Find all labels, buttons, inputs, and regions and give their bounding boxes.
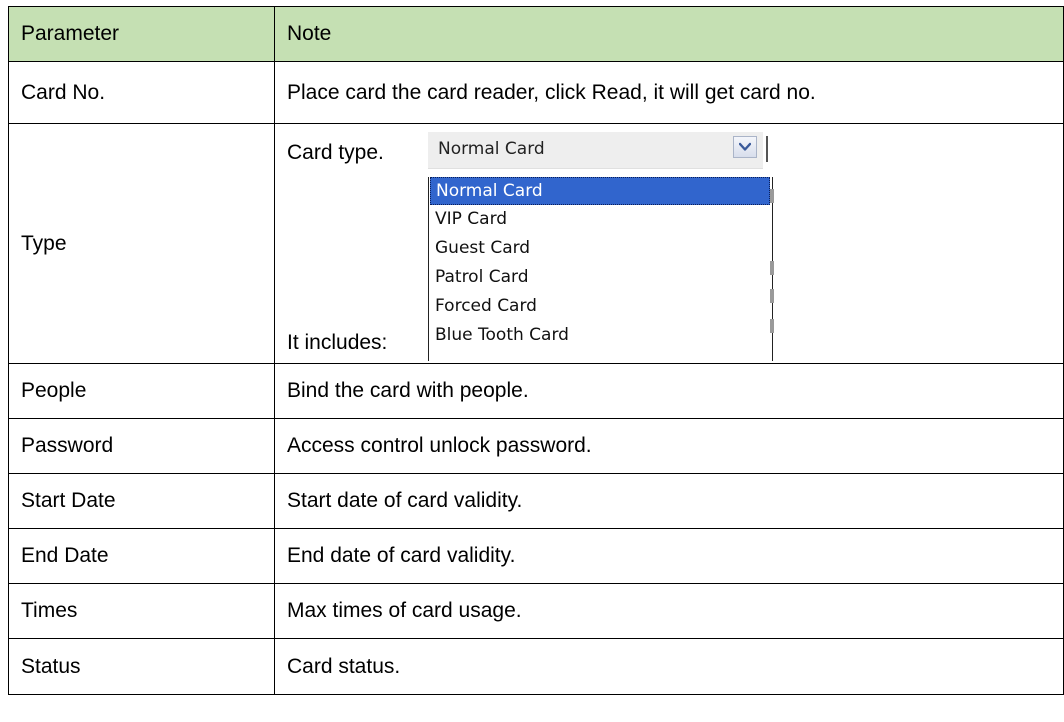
note-cell: Max times of card usage. xyxy=(274,583,1064,639)
card-type-select-screenshot: Normal Card Normal Card VIP Card Guest C… xyxy=(428,132,774,361)
dropdown-option[interactable]: Blue Tooth Card xyxy=(430,321,569,349)
type-includes-label: It includes: xyxy=(287,331,388,354)
header-note: Note xyxy=(274,6,1064,62)
param-cell: Times xyxy=(8,583,275,639)
dropdown-option[interactable]: VIP Card xyxy=(430,205,507,233)
chevron-down-icon xyxy=(739,142,751,151)
header-parameter: Parameter xyxy=(8,6,275,62)
param-cell: Password xyxy=(8,418,275,474)
note-cell: Card status. xyxy=(274,638,1064,695)
table-header-row: Parameter Note xyxy=(8,6,1064,62)
note-cell: Card type. It includes: Normal Card Norm… xyxy=(274,123,1064,364)
type-description: Card type. xyxy=(287,141,384,164)
note-cell: Place card the card reader, click Read, … xyxy=(274,61,1064,124)
table-row: Times Max times of card usage. xyxy=(8,583,1064,639)
table-row: Start Date Start date of card validity. xyxy=(8,473,1064,529)
param-cell: Card No. xyxy=(8,61,275,124)
select-value: Normal Card xyxy=(438,139,545,159)
card-type-select[interactable]: Normal Card xyxy=(428,132,768,169)
note-cell: Bind the card with people. xyxy=(274,363,1064,419)
table-row: Card No. Place card the card reader, cli… xyxy=(8,61,1064,124)
dropdown-option[interactable]: Patrol Card xyxy=(430,263,528,291)
select-dropdown-button[interactable] xyxy=(733,136,757,158)
note-cell: Start date of card validity. xyxy=(274,473,1064,529)
note-cell: Access control unlock password. xyxy=(274,418,1064,474)
table-row: Type Card type. It includes: Normal Card… xyxy=(8,123,1064,364)
background-field-edge xyxy=(770,261,774,275)
dropdown-option[interactable]: Forced Card xyxy=(430,292,537,320)
parameter-table: Parameter Note Card No. Place card the c… xyxy=(8,6,1064,695)
dropdown-option-list: Normal Card VIP Card Guest Card Patrol C… xyxy=(428,177,774,361)
param-cell: People xyxy=(8,363,275,419)
select-edge xyxy=(766,136,768,162)
note-cell: End date of card validity. xyxy=(274,528,1064,584)
table-row: Password Access control unlock password. xyxy=(8,418,1064,474)
dropdown-option[interactable]: Guest Card xyxy=(430,234,530,262)
param-cell: Status xyxy=(8,638,275,695)
table-row: People Bind the card with people. xyxy=(8,363,1064,419)
param-cell: Start Date xyxy=(8,473,275,529)
param-cell: Type xyxy=(8,123,275,364)
dropdown-option[interactable]: Normal Card xyxy=(430,177,770,205)
table-row: Status Card status. xyxy=(8,638,1064,695)
param-cell: End Date xyxy=(8,528,275,584)
background-field-edge xyxy=(770,319,774,333)
table-row: End Date End date of card validity. xyxy=(8,528,1064,584)
background-field-edge xyxy=(770,289,774,303)
background-field-edge xyxy=(770,189,774,203)
